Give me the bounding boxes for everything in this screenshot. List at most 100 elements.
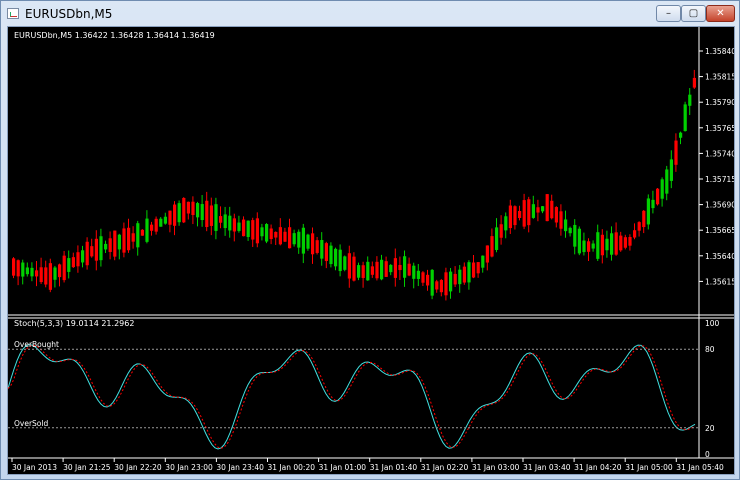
stochastic-level-label: 0 xyxy=(705,450,710,459)
minimize-icon: – xyxy=(666,8,671,19)
candle-body xyxy=(150,224,154,231)
candle-body xyxy=(600,234,604,256)
candle-body xyxy=(651,199,655,209)
candle-body xyxy=(44,267,48,285)
maximize-icon: ▢ xyxy=(688,8,699,19)
candle-body xyxy=(375,261,379,279)
candle-body xyxy=(674,140,678,165)
candle-body xyxy=(508,205,512,229)
candle-body xyxy=(205,200,209,228)
minimize-button[interactable]: – xyxy=(656,5,681,22)
candle-body xyxy=(495,227,499,250)
candle-body xyxy=(485,245,489,263)
candle-body xyxy=(449,271,453,292)
candle-body xyxy=(329,245,333,265)
stochastic-signal-line xyxy=(8,344,696,449)
candle-body xyxy=(389,264,393,273)
candle-body xyxy=(269,228,273,240)
chart-window-icon xyxy=(7,8,19,19)
candle-body xyxy=(559,211,563,229)
candle-body xyxy=(642,210,646,228)
candle-body xyxy=(619,235,623,251)
candle-body xyxy=(554,207,558,223)
time-tick-label: 31 Jan 05:40 xyxy=(676,463,724,472)
candle-body xyxy=(692,77,696,88)
terminal-chart-window: EURUSDbn,M5 – ▢ ✕ 1.35840 1.35815 1.35790 1… xyxy=(0,0,740,480)
candle-body xyxy=(357,265,361,278)
candle-body xyxy=(527,199,531,226)
candle-body xyxy=(637,222,641,231)
title-bar[interactable]: EURUSDbn,M5 – ▢ ✕ xyxy=(1,1,739,27)
candle-body xyxy=(251,220,255,240)
candle-body xyxy=(623,237,627,248)
candle-body xyxy=(214,204,218,231)
candle-body xyxy=(209,205,213,226)
candle-body xyxy=(159,218,163,227)
candle-body xyxy=(25,267,29,275)
candle-body xyxy=(435,281,439,290)
oversold-label: OverSold xyxy=(14,419,48,428)
candle-body xyxy=(58,264,62,278)
close-icon: ✕ xyxy=(716,8,725,19)
candle-body xyxy=(306,234,310,249)
candlestick-series xyxy=(12,69,696,301)
close-button[interactable]: ✕ xyxy=(706,5,735,22)
candle-body xyxy=(21,262,25,277)
candle-body xyxy=(182,197,186,223)
candle-body xyxy=(127,227,131,251)
candle-body xyxy=(108,238,112,252)
time-tick-label: 30 Jan 23:00 xyxy=(165,463,213,472)
candle-body xyxy=(311,233,315,255)
candle-body xyxy=(16,260,20,277)
candle-body xyxy=(481,255,485,268)
price-tick-label: 1.35790 xyxy=(705,98,734,107)
candle-body xyxy=(12,258,16,276)
candle-body xyxy=(467,262,471,283)
candle-body xyxy=(513,206,517,226)
stochastic-level-label: 100 xyxy=(705,319,720,328)
price-tick-label: 1.35615 xyxy=(705,277,734,286)
candle-body xyxy=(577,228,581,254)
candle-body xyxy=(122,228,126,253)
candle-body xyxy=(113,230,117,257)
time-tick-label: 30 Jan 22:20 xyxy=(114,463,162,472)
candle-body xyxy=(393,258,397,278)
candle-body xyxy=(315,240,319,253)
candle-body xyxy=(531,204,535,218)
candle-body xyxy=(573,224,577,247)
chart-canvas[interactable]: 1.35840 1.35815 1.35790 1.35765 1.35740 1.357… xyxy=(8,27,734,474)
maximize-button[interactable]: ▢ xyxy=(681,5,706,22)
candle-body xyxy=(200,204,204,221)
candle-body xyxy=(283,231,287,242)
candle-body xyxy=(242,219,246,237)
candle-body xyxy=(228,215,232,231)
candle-body xyxy=(186,201,190,214)
candle-body xyxy=(403,256,407,278)
time-tick-label: 31 Jan 02:20 xyxy=(421,463,469,472)
candle-body xyxy=(278,227,282,245)
candle-body xyxy=(76,252,80,267)
candle-body xyxy=(582,240,586,253)
time-tick-label: 31 Jan 01:40 xyxy=(370,463,418,472)
candle-body xyxy=(518,211,522,218)
time-tick-label: 31 Jan 05:00 xyxy=(625,463,673,472)
candle-body xyxy=(288,227,292,249)
candle-body xyxy=(688,94,692,106)
candle-body xyxy=(334,248,338,267)
candle-body xyxy=(347,253,351,279)
axis-labels: 1.35840 1.35815 1.35790 1.35765 1.35740 1.357… xyxy=(8,47,734,472)
candle-body xyxy=(633,230,637,238)
time-tick-label: 30 Jan 23:40 xyxy=(216,463,264,472)
candle-body xyxy=(380,259,384,280)
candle-body xyxy=(145,218,149,242)
time-tick-label: 31 Jan 00:20 xyxy=(268,463,316,472)
candle-body xyxy=(53,267,57,280)
candle-body xyxy=(301,227,305,254)
candle-body xyxy=(499,224,503,238)
candle-body xyxy=(90,246,94,257)
candle-body xyxy=(614,232,618,255)
price-tick-label: 1.35740 xyxy=(705,149,734,158)
chart-area[interactable]: 1.35840 1.35815 1.35790 1.35765 1.35740 1.357… xyxy=(7,26,735,475)
candle-body xyxy=(343,256,347,270)
candle-body xyxy=(324,243,328,262)
